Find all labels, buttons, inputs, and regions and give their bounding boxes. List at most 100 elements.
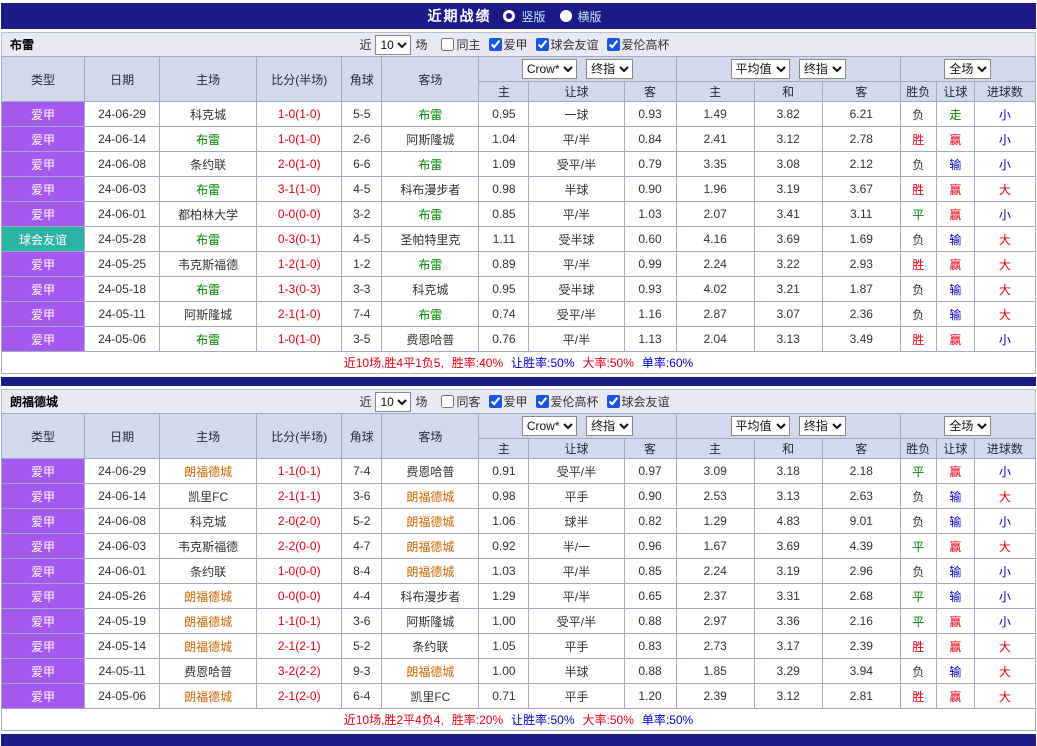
cell-handicap-result: 赢: [935, 533, 975, 559]
filter-checkbox[interactable]: 球会友谊: [606, 393, 670, 410]
cell-avg-draw: 3.69: [753, 533, 823, 559]
recent-count-select[interactable]: 10: [375, 391, 412, 412]
odds-company-select[interactable]: Crow*: [521, 59, 577, 79]
cell-avg-away: 4.39: [821, 533, 901, 559]
odds-stage-select[interactable]: 终指: [586, 59, 634, 79]
cell-home-team: 韦克斯福德: [159, 533, 258, 559]
filter-checkbox[interactable]: 同客: [441, 393, 481, 410]
summary-line: 近10场,胜2平4负4, 胜率:20% 让胜率:50% 大率:50% 单率:50%: [1, 709, 1036, 731]
cell-avg-home: 2.04: [675, 326, 755, 352]
filter-checkbox-input[interactable]: [535, 38, 549, 51]
filter-checkbox-input[interactable]: [441, 38, 455, 51]
filter-checkbox-label: 爱伦高杯: [621, 38, 670, 52]
cell-date: 24-05-11: [84, 658, 161, 684]
cell-result: 负: [899, 483, 937, 509]
team-section-bray: 布雷 近 10 场 同主 爱甲 球会友谊 爱伦高杯 类型 日期 主场 比分(半场…: [0, 32, 1037, 374]
cell-handicap-result: 输: [935, 226, 975, 252]
cell-handicap-result: 走: [935, 101, 975, 127]
cell-away-team: 阿斯隆城: [381, 608, 480, 634]
cell-handicap: 平/半: [528, 583, 625, 609]
cell-odds-away: 0.65: [623, 583, 677, 609]
filter-checkbox[interactable]: 同主: [441, 36, 481, 53]
cell-home-team: 凯里FC: [159, 483, 258, 509]
cell-avg-away: 2.16: [821, 608, 901, 634]
avg-source-select[interactable]: 平均值: [730, 59, 790, 79]
cell-score: 0-0(0-0): [256, 201, 343, 227]
subheader-handicap: 让球: [528, 81, 625, 102]
view-mode-radio-group: 竖版 横版: [503, 8, 609, 25]
cell-odds-away: 0.88: [623, 608, 677, 634]
cell-avg-home: 4.02: [675, 276, 755, 302]
team-name: 布雷: [10, 38, 35, 52]
cell-avg-home: 2.24: [675, 251, 755, 277]
avg-stage-select[interactable]: 终指: [798, 59, 846, 79]
radio-vertical-label[interactable]: 竖版: [521, 8, 545, 25]
radio-vertical[interactable]: [503, 10, 516, 22]
cell-avg-away: 2.18: [821, 458, 901, 484]
avg-source-select[interactable]: 平均值: [730, 416, 790, 436]
cell-corners: 3-6: [341, 608, 383, 634]
cell-corners: 4-4: [341, 583, 383, 609]
filter-checkbox-input[interactable]: [488, 395, 502, 408]
cell-home-team: 科克城: [159, 508, 258, 534]
filter-checkbox[interactable]: 球会友谊: [535, 36, 599, 53]
odds-stage-select[interactable]: 终指: [586, 416, 634, 436]
cell-away-team: 科布漫步者: [381, 176, 480, 202]
match-row: 爱甲 24-05-25 韦克斯福德 1-2(1-0) 1-2 布雷 0.89 平/半 0.99 2…: [0, 251, 1037, 277]
cell-away-team: 朗福德城: [381, 558, 480, 584]
cell-odds-home: 0.71: [478, 683, 530, 709]
filter-checkbox-input[interactable]: [488, 38, 502, 51]
filter-checkbox[interactable]: 爱伦高杯: [535, 393, 599, 410]
recent-count-select[interactable]: 10: [375, 34, 412, 55]
filter-checkbox-input[interactable]: [606, 395, 620, 408]
cell-away-team: 布雷: [381, 201, 480, 227]
cell-avg-home: 2.97: [675, 608, 755, 634]
subheader-avg-draw: 和: [753, 81, 823, 102]
subheader-avg-away: 客: [821, 81, 901, 102]
cell-handicap: 半/一: [528, 533, 625, 559]
cell-odds-away: 1.20: [623, 683, 677, 709]
cell-goals: 小: [973, 458, 1037, 484]
filter-checkbox-input[interactable]: [535, 395, 549, 408]
match-row: 爱甲 24-05-06 布雷 1-0(1-0) 3-5 费恩哈普 0.76 平/半 1.13 2.…: [0, 326, 1037, 352]
cell-avg-away: 2.12: [821, 151, 901, 177]
cell-handicap-result: 输: [935, 276, 975, 302]
cell-avg-home: 1.85: [675, 658, 755, 684]
scope-select[interactable]: 全场: [944, 59, 992, 79]
cell-avg-away: 3.11: [821, 201, 901, 227]
match-row: 爱甲 24-06-29 朗福德城 1-1(0-1) 7-4 费恩哈普 0.91 受平/半 0.9…: [0, 458, 1037, 484]
filter-checkbox-input[interactable]: [441, 395, 455, 408]
summary-segment: 让胜率:50%: [511, 356, 575, 370]
filter-checkbox[interactable]: 爱甲: [488, 393, 528, 410]
cell-result: 胜: [899, 683, 937, 709]
column-header-date: 日期: [84, 56, 161, 102]
column-header-type: 类型: [0, 56, 86, 102]
odds-company-select[interactable]: Crow*: [521, 416, 577, 436]
cell-avg-home: 4.16: [675, 226, 755, 252]
result-group-header: 全场: [899, 56, 1037, 82]
cell-score: 2-1(2-0): [256, 683, 343, 709]
cell-avg-draw: 3.36: [753, 608, 823, 634]
cell-handicap-result: 输: [935, 301, 975, 327]
cell-date: 24-05-26: [84, 583, 161, 609]
cell-score: 2-2(0-0): [256, 533, 343, 559]
radio-horizontal-label[interactable]: 横版: [578, 8, 602, 25]
cell-corners: 3-5: [341, 326, 383, 352]
cell-result: 胜: [899, 251, 937, 277]
cell-score: 1-0(1-0): [256, 126, 343, 152]
cell-handicap-result: 输: [935, 583, 975, 609]
scope-select[interactable]: 全场: [944, 416, 992, 436]
avg-stage-select[interactable]: 终指: [798, 416, 846, 436]
summary-segment: 胜率:20%: [451, 713, 504, 727]
cell-odds-home: 0.95: [478, 101, 530, 127]
cell-avg-away: 2.81: [821, 683, 901, 709]
filter-checkbox-input[interactable]: [606, 38, 620, 51]
filter-checkbox[interactable]: 爱甲: [488, 36, 528, 53]
cell-handicap-result: 赢: [935, 126, 975, 152]
radio-horizontal[interactable]: [559, 10, 572, 22]
cell-avg-draw: 3.19: [753, 558, 823, 584]
cell-competition: 爱甲: [0, 583, 86, 609]
cell-score: 2-0(1-0): [256, 151, 343, 177]
cell-away-team: 朗福德城: [381, 483, 480, 509]
filter-checkbox[interactable]: 爱伦高杯: [606, 36, 670, 53]
